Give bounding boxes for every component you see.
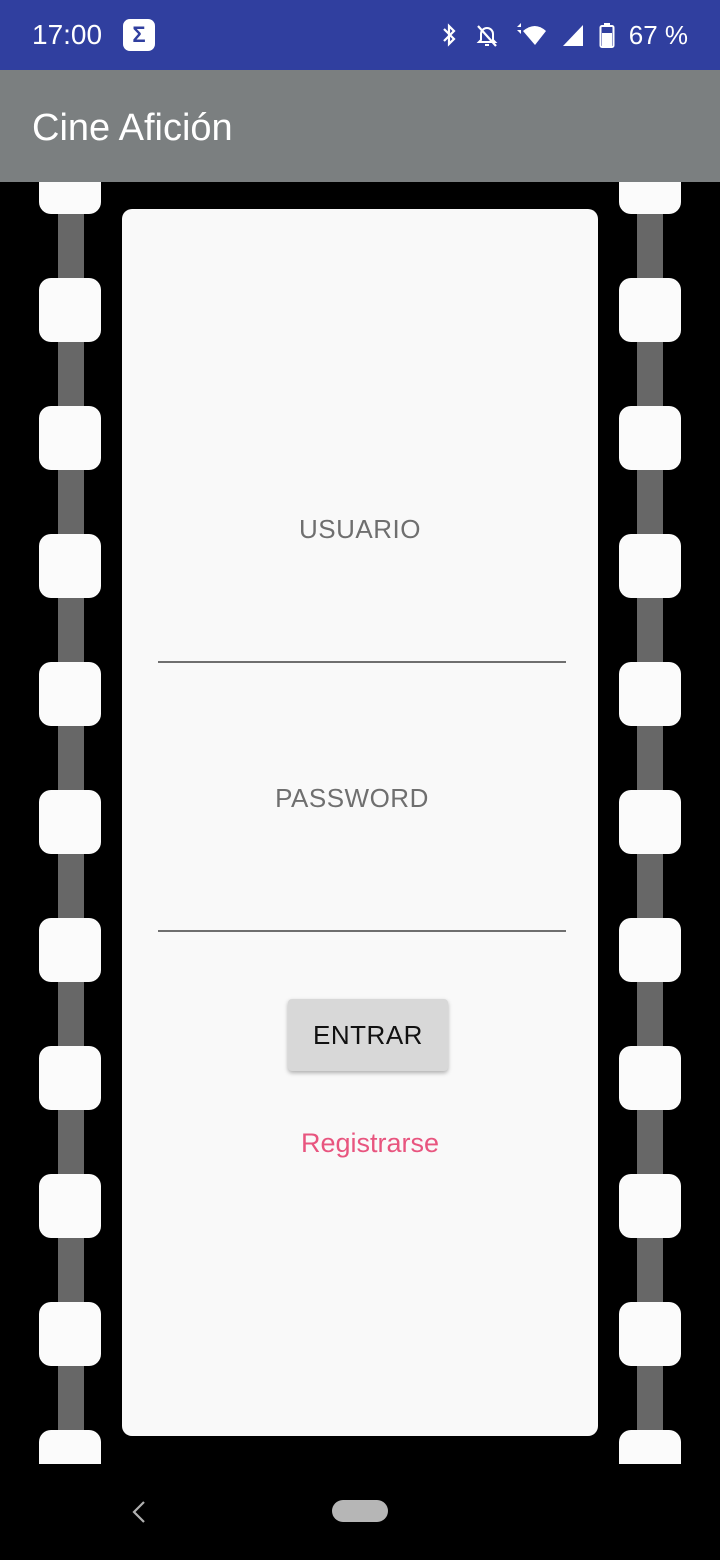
film-link — [58, 342, 84, 406]
film-link — [58, 982, 84, 1046]
film-link — [637, 1110, 663, 1174]
film-link — [637, 1366, 663, 1430]
sigma-icon: Σ — [123, 19, 155, 51]
enter-button[interactable]: ENTRAR — [288, 999, 448, 1071]
film-link — [58, 598, 84, 662]
film-hole — [619, 182, 681, 214]
film-hole — [39, 182, 101, 214]
film-strip-background: USUARIO PASSWORD ENTRAR Registrarse — [0, 182, 720, 1464]
film-hole — [39, 918, 101, 982]
film-hole — [619, 1302, 681, 1366]
film-hole — [619, 1046, 681, 1110]
film-hole — [39, 1302, 101, 1366]
film-hole — [39, 278, 101, 342]
film-hole — [39, 662, 101, 726]
film-hole — [619, 1430, 681, 1464]
film-hole — [39, 1046, 101, 1110]
film-hole — [619, 406, 681, 470]
film-link — [58, 726, 84, 790]
film-link — [637, 982, 663, 1046]
film-link — [637, 1238, 663, 1302]
film-hole — [39, 1430, 101, 1464]
status-bar: 17:00 Σ 67 % — [0, 0, 720, 70]
username-label: USUARIO — [299, 514, 421, 544]
login-card: USUARIO PASSWORD ENTRAR Registrarse — [122, 209, 598, 1436]
signal-icon — [562, 25, 583, 46]
password-input[interactable] — [158, 888, 566, 932]
battery-icon — [599, 23, 615, 48]
film-link — [58, 470, 84, 534]
film-link — [58, 214, 84, 278]
film-hole — [39, 406, 101, 470]
film-link — [58, 854, 84, 918]
status-icons: 67 % — [437, 18, 688, 52]
film-hole — [619, 662, 681, 726]
film-link — [637, 726, 663, 790]
film-hole — [39, 1174, 101, 1238]
film-hole — [39, 790, 101, 854]
battery-percentage: 67 % — [628, 20, 688, 50]
film-hole — [619, 790, 681, 854]
register-link[interactable]: Registrarse — [122, 1127, 618, 1159]
film-hole — [39, 534, 101, 598]
status-time: 17:00 — [32, 19, 103, 50]
bluetooth-icon — [442, 23, 456, 47]
home-pill[interactable] — [332, 1500, 388, 1522]
film-link — [58, 1238, 84, 1302]
wifi-icon — [516, 23, 546, 45]
film-link — [58, 1110, 84, 1174]
film-hole — [619, 918, 681, 982]
film-link — [637, 214, 663, 278]
username-input[interactable] — [158, 619, 566, 663]
film-hole — [619, 278, 681, 342]
app-bar: Cine Afición — [0, 70, 720, 182]
back-icon[interactable] — [128, 1498, 150, 1526]
password-label: PASSWORD — [275, 783, 429, 813]
app-title: Cine Afición — [32, 107, 233, 149]
film-hole — [619, 534, 681, 598]
film-link — [637, 854, 663, 918]
film-link — [58, 1366, 84, 1430]
film-hole — [619, 1174, 681, 1238]
film-link — [637, 470, 663, 534]
film-link — [637, 342, 663, 406]
film-link — [637, 598, 663, 662]
notifications-off-icon — [476, 25, 498, 47]
